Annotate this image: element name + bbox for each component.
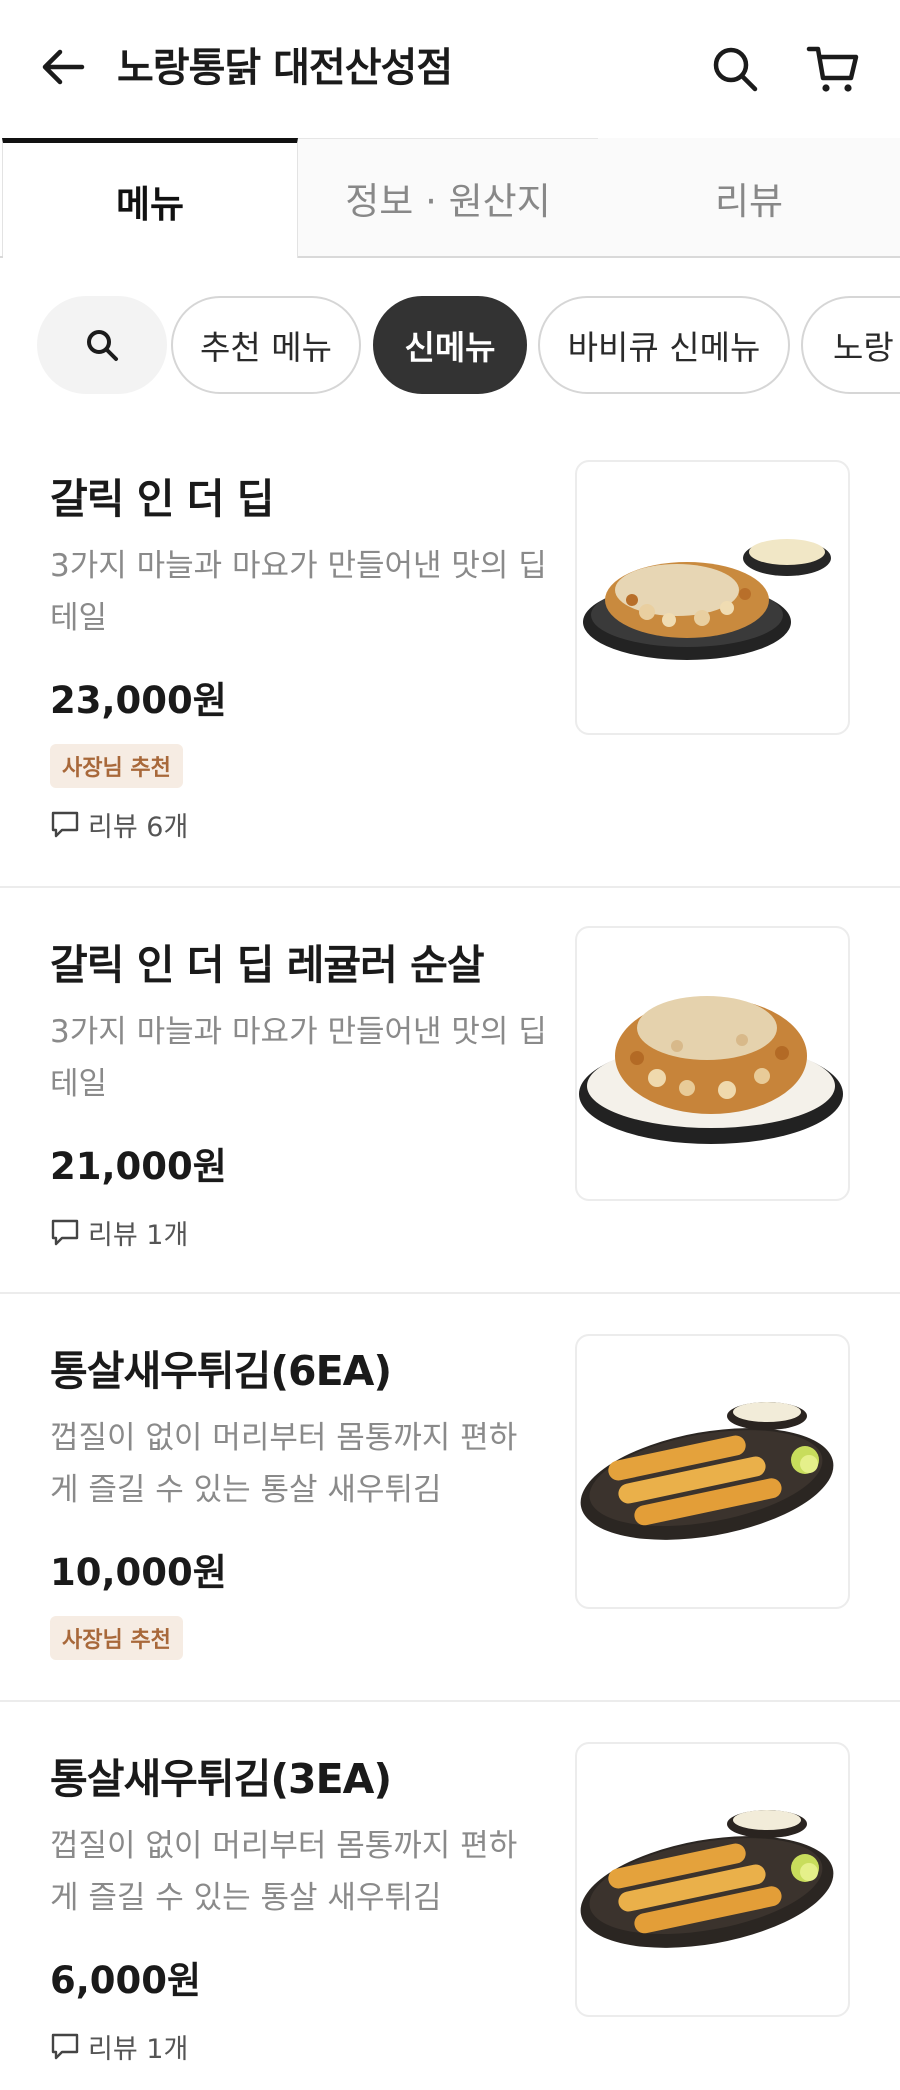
fried-shrimp-image xyxy=(580,1810,834,1948)
menu-item[interactable]: 갈릭 인 더 딥 3가지 마늘과 마요가 만들어낸 맛의 딥테일 23,000원… xyxy=(0,430,900,886)
speech-bubble-icon xyxy=(51,2033,79,2060)
speech-bubble-icon xyxy=(51,1219,79,1246)
fried-shrimp-image xyxy=(580,1402,834,1540)
menu-item-name: 갈릭 인 더 딥 레귤러 순살 xyxy=(50,941,485,989)
chip-norang[interactable]: 노랑 xyxy=(801,296,900,394)
menu-item-name: 통살새우튀김(3EA) xyxy=(50,1755,392,1803)
menu-item-image[interactable] xyxy=(575,460,850,735)
menu-item-description: 껍질이 없이 머리부터 몸통까지 편하게 즐길 수 있는 통살 새우튀김 xyxy=(50,1828,518,1916)
menu-item-image[interactable] xyxy=(575,1742,850,2017)
garlic-boneless-chicken-image xyxy=(579,996,843,1144)
cart-button[interactable] xyxy=(806,44,860,94)
review-count[interactable]: 리뷰 6개 xyxy=(50,804,188,844)
tab-bar: 메뉴 정보 · 원산지 리뷰 xyxy=(0,138,900,258)
back-button[interactable] xyxy=(38,42,88,92)
menu-item-price: 21,000원 xyxy=(50,1145,227,1188)
tab-menu[interactable]: 메뉴 xyxy=(2,138,298,258)
menu-item-description: 3가지 마늘과 마요가 만들어낸 맛의 딥테일 xyxy=(50,548,547,636)
speech-bubble-icon xyxy=(51,811,79,838)
menu-item-image[interactable] xyxy=(575,1334,850,1609)
menu-item-price: 10,000원 xyxy=(50,1551,227,1594)
search-button[interactable] xyxy=(710,44,760,94)
menu-item[interactable]: 통살새우튀김(3EA) 껍질이 없이 머리부터 몸통까지 편하게 즐길 수 있는… xyxy=(0,1702,900,2090)
tab-info-origin[interactable]: 정보 · 원산지 xyxy=(298,138,598,258)
menu-item-price: 6,000원 xyxy=(50,1959,202,2002)
review-count-label: 리뷰 1개 xyxy=(88,2033,189,2065)
owner-recommend-badge: 사장님 추천 xyxy=(50,1616,183,1660)
owner-recommend-badge: 사장님 추천 xyxy=(50,744,183,788)
menu-item-description: 껍질이 없이 머리부터 몸통까지 편하게 즐길 수 있는 통살 새우튀김 xyxy=(50,1420,518,1508)
category-chip-bar: 추천 메뉴 신메뉴 바비큐 신메뉴 노랑 xyxy=(0,290,900,400)
menu-item-name: 통살새우튀김(6EA) xyxy=(50,1347,392,1395)
search-icon xyxy=(87,330,118,361)
chip-new-menu[interactable]: 신메뉴 xyxy=(373,296,527,394)
chip-recommended-menu[interactable]: 추천 메뉴 xyxy=(171,296,361,394)
review-count[interactable]: 리뷰 1개 xyxy=(50,2026,188,2066)
app-header: 노랑통닭 대전산성점 xyxy=(0,0,900,138)
menu-item[interactable]: 통살새우튀김(6EA) 껍질이 없이 머리부터 몸통까지 편하게 즐길 수 있는… xyxy=(0,1294,900,1700)
menu-item-description: 3가지 마늘과 마요가 만들어낸 맛의 딥테일 xyxy=(50,1014,547,1102)
search-icon xyxy=(713,47,758,92)
menu-item-price: 23,000원 xyxy=(50,679,227,722)
tab-reviews[interactable]: 리뷰 xyxy=(598,138,900,258)
arrow-left-icon xyxy=(42,49,85,85)
cart-icon xyxy=(806,46,859,92)
store-title: 노랑통닭 대전산성점 xyxy=(117,45,453,91)
menu-item-image[interactable] xyxy=(575,926,850,1201)
review-count-label: 리뷰 1개 xyxy=(88,1219,189,1251)
menu-item[interactable]: 갈릭 인 더 딥 레귤러 순살 3가지 마늘과 마요가 만들어낸 맛의 딥테일 … xyxy=(0,888,900,1292)
review-count-label: 리뷰 6개 xyxy=(88,811,189,843)
chip-bbq-new-menu[interactable]: 바비큐 신메뉴 xyxy=(538,296,790,394)
tab-divider xyxy=(0,256,3,258)
menu-item-name: 갈릭 인 더 딥 xyxy=(50,475,274,523)
category-search-button[interactable] xyxy=(37,296,167,394)
garlic-chicken-dish-image xyxy=(583,539,831,660)
review-count[interactable]: 리뷰 1개 xyxy=(50,1212,188,1252)
